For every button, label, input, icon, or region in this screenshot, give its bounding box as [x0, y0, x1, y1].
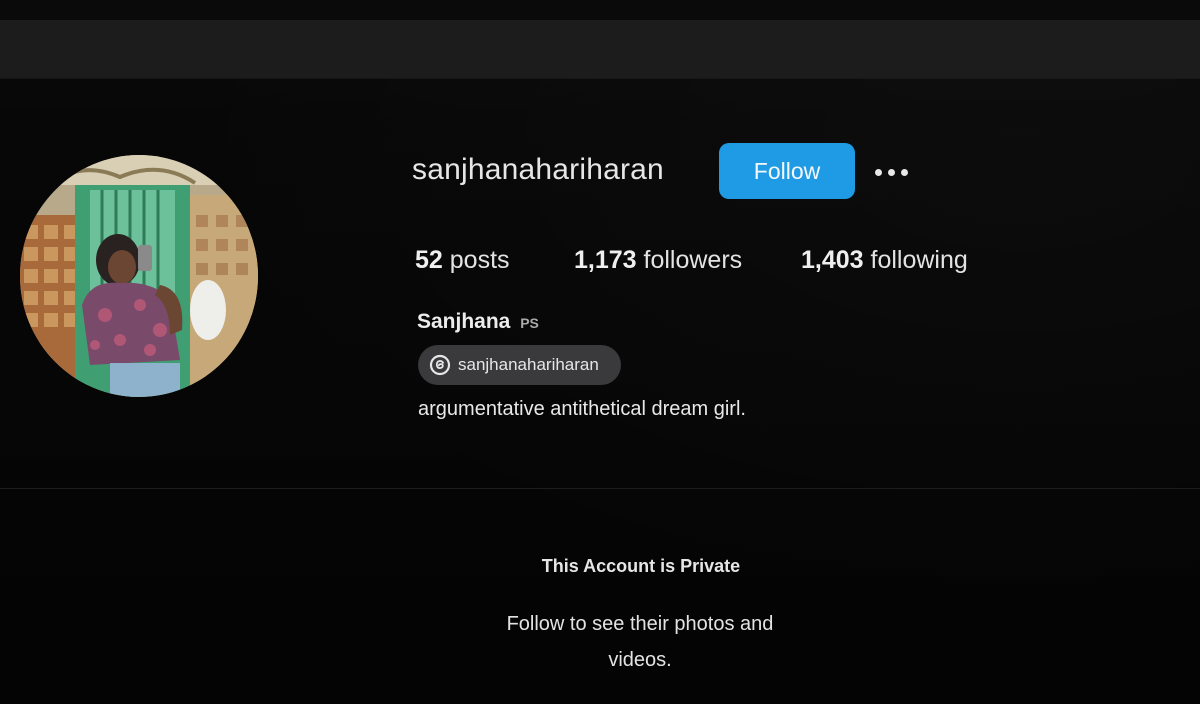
profile-avatar[interactable] — [20, 155, 258, 397]
threads-icon — [429, 354, 451, 376]
followers-label: followers — [643, 246, 743, 274]
following-stat[interactable]: 1,403 following — [801, 246, 968, 275]
section-divider — [0, 488, 1200, 489]
posts-count: 52 — [415, 246, 443, 274]
following-count: 1,403 — [801, 246, 864, 274]
private-account-title: This Account is Private — [541, 556, 741, 576]
followers-count: 1,173 — [574, 246, 637, 274]
followers-stat[interactable]: 1,173 followers — [574, 246, 742, 275]
threads-link[interactable]: sanjhanahariharan — [418, 345, 621, 385]
top-strip — [0, 20, 1200, 79]
more-dot — [900, 168, 908, 176]
more-dot — [887, 168, 895, 176]
pronouns: PS — [520, 315, 539, 331]
display-name-row: Sanjhana PS — [417, 310, 539, 334]
profile-bio: argumentative antithetical dream girl. — [418, 398, 746, 420]
more-dot — [874, 168, 882, 176]
threads-handle: sanjhanahariharan — [458, 355, 599, 374]
private-account-subtitle: Follow to see their photos and videos. — [506, 613, 774, 671]
follow-button[interactable]: Follow — [719, 143, 855, 199]
profile-username: sanjhanahariharan — [412, 153, 664, 186]
more-options-icon[interactable] — [866, 160, 916, 184]
screen: sanjhanahariharan Follow 52 posts 1,173 … — [0, 0, 1200, 704]
avatar-photo — [20, 155, 258, 397]
following-label: following — [870, 246, 968, 274]
display-name: Sanjhana — [417, 310, 511, 333]
posts-label: posts — [449, 246, 510, 274]
posts-stat: 52 posts — [415, 246, 510, 275]
top-bezel — [0, 0, 1200, 20]
